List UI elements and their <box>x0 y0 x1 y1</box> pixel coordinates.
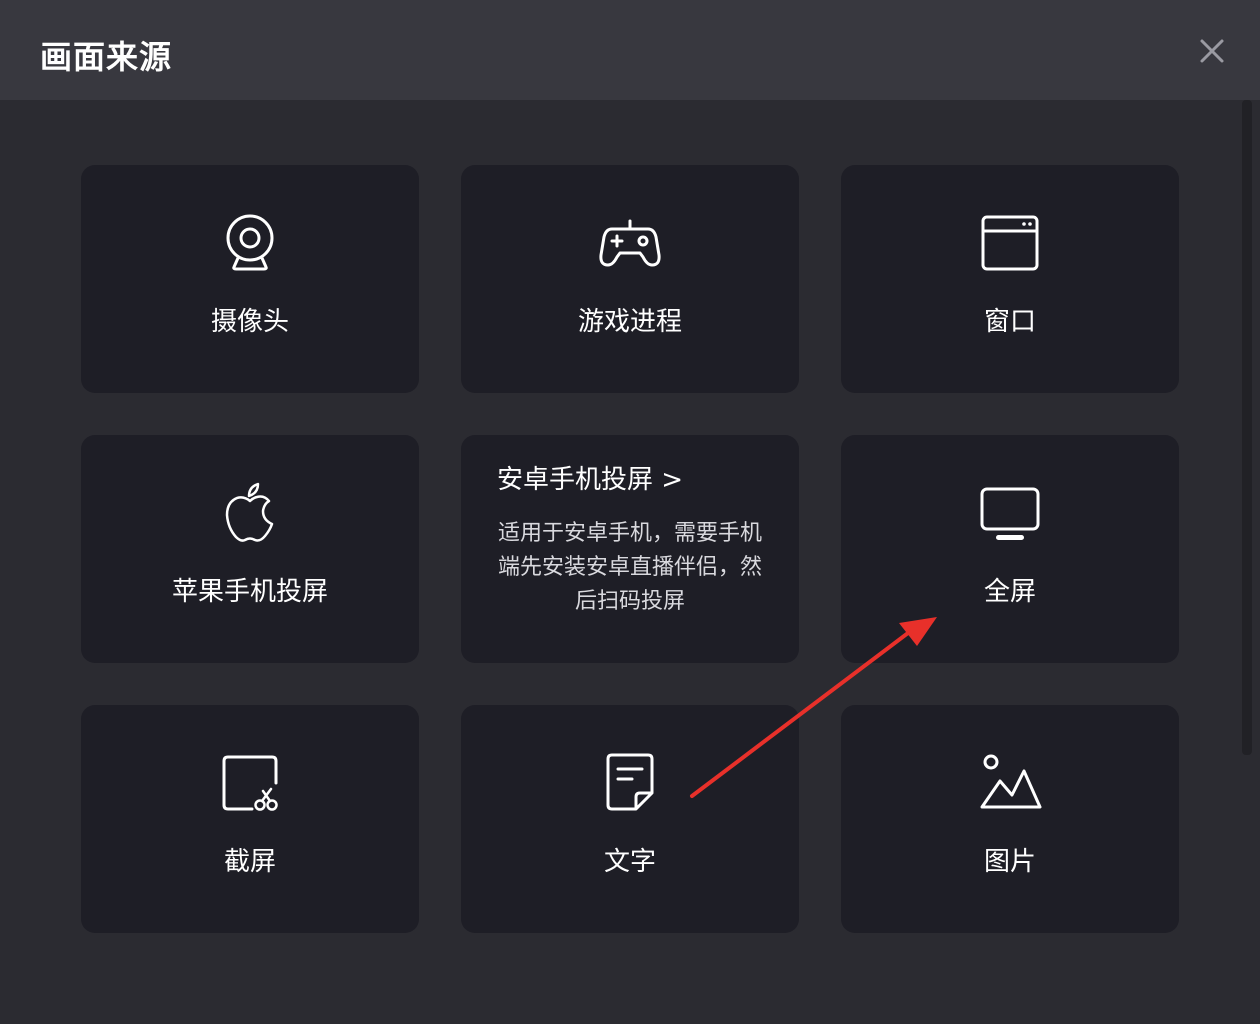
screenshot-icon <box>222 755 278 811</box>
window-icon <box>981 215 1039 271</box>
dialog-title: 画面来源 <box>40 38 173 76</box>
source-iphone-card[interactable]: 苹果手机投屏 <box>81 435 419 663</box>
source-screenshot-card[interactable]: 截屏 <box>81 705 419 933</box>
source-android-title[interactable]: 安卓手机投屏 > <box>497 459 683 496</box>
source-text-card[interactable]: 文字 <box>461 705 799 933</box>
source-game-label: 游戏进程 <box>577 307 682 337</box>
source-fullscreen-card[interactable]: 全屏 <box>841 435 1179 663</box>
source-window-card[interactable]: 窗口 <box>841 165 1179 393</box>
source-android-card[interactable]: 安卓手机投屏 > 适用于安卓手机，需要手机端先安装安卓直播伴侣，然后扫码投屏 <box>461 435 799 663</box>
source-text-label: 文字 <box>603 847 656 877</box>
source-iphone-label: 苹果手机投屏 <box>171 577 328 607</box>
scrollbar[interactable] <box>1242 100 1252 755</box>
source-fullscreen-label: 全屏 <box>983 577 1036 607</box>
source-dialog: 画面来源 摄像头 游戏进程 窗口 苹果手机投屏 安卓手机投屏 > 适用于安卓手机… <box>0 0 1260 1024</box>
webcam-icon <box>226 214 274 271</box>
source-game-card[interactable]: 游戏进程 <box>461 165 799 393</box>
source-screenshot-label: 截屏 <box>223 847 276 877</box>
source-camera-card[interactable]: 摄像头 <box>81 165 419 393</box>
image-icon <box>980 754 1042 809</box>
source-image-label: 图片 <box>983 847 1036 877</box>
source-android-description: 适用于安卓手机，需要手机端先安装安卓直播伴侣，然后扫码投屏 <box>497 521 762 614</box>
source-window-label: 窗口 <box>983 307 1036 337</box>
text-note-icon <box>606 753 654 811</box>
apple-icon <box>225 482 274 542</box>
source-camera-label: 摄像头 <box>210 307 289 337</box>
dialog-header: 画面来源 <box>0 0 1260 100</box>
monitor-icon <box>980 487 1040 540</box>
source-image-card[interactable]: 图片 <box>841 705 1179 933</box>
gamepad-icon <box>599 219 661 267</box>
close-button[interactable] <box>1192 31 1232 71</box>
close-icon <box>1200 39 1224 63</box>
